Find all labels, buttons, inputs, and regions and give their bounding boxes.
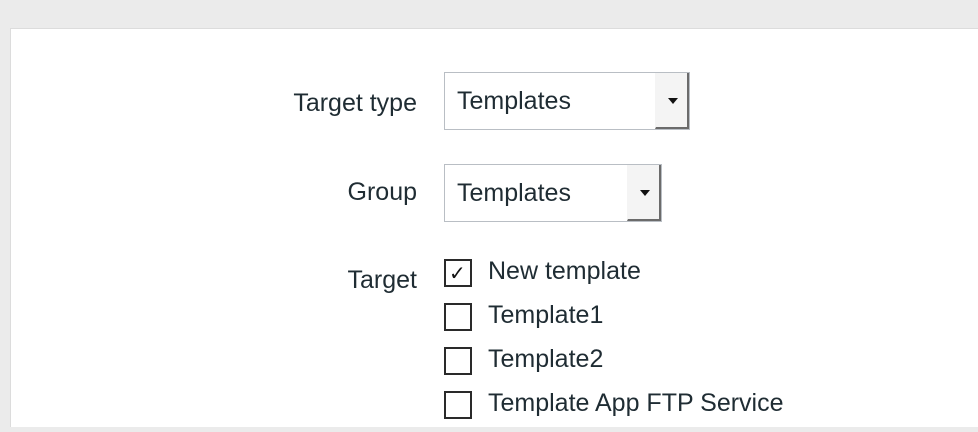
- target-option-label[interactable]: Template1: [488, 300, 603, 330]
- target-option-label[interactable]: Template App FTP Service: [488, 388, 784, 418]
- checkmark-icon: ✓: [449, 261, 466, 285]
- target-checkbox[interactable]: [444, 391, 472, 419]
- target-checkbox[interactable]: [444, 347, 472, 375]
- target-option-label[interactable]: Template2: [488, 344, 603, 374]
- target-checkbox[interactable]: [444, 303, 472, 331]
- target-option-label[interactable]: New template: [488, 256, 641, 286]
- group-dropdown-button[interactable]: [627, 165, 661, 221]
- target-type-select[interactable]: Templates: [444, 72, 690, 130]
- target-type-dropdown-button[interactable]: [655, 73, 689, 129]
- group-select[interactable]: Templates: [444, 164, 662, 222]
- target-checkbox[interactable]: ✓: [444, 259, 472, 287]
- chevron-down-icon: [640, 190, 650, 196]
- group-label: Group: [347, 178, 417, 206]
- target-type-value: Templates: [457, 87, 571, 115]
- target-label: Target: [347, 266, 417, 294]
- chevron-down-icon: [668, 98, 678, 104]
- target-type-label: Target type: [293, 89, 417, 117]
- group-value: Templates: [457, 179, 571, 207]
